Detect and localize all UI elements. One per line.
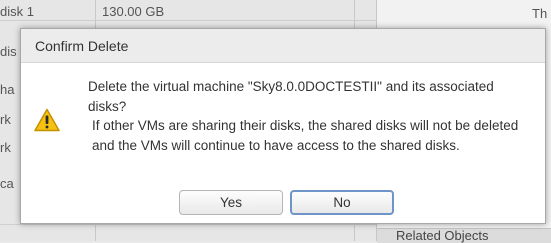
- confirm-delete-dialog: Confirm Delete Delete the virtual machin…: [20, 28, 546, 224]
- background-row-label: rk: [0, 112, 11, 127]
- background-disk-size: 130.00 GB: [102, 4, 165, 19]
- dialog-message: Delete the virtual machine "Sky8.0.0DOCT…: [88, 77, 528, 155]
- background-row-label: dis: [0, 44, 17, 59]
- warning-icon: [34, 108, 60, 132]
- yes-button[interactable]: Yes: [179, 190, 283, 215]
- message-secondary: If other VMs are sharing their disks, th…: [92, 118, 519, 153]
- background-right-header: Th: [532, 6, 548, 21]
- dialog-body: Delete the virtual machine "Sky8.0.0DOCT…: [21, 63, 545, 224]
- dialog-title: Confirm Delete: [35, 37, 129, 54]
- no-button[interactable]: No: [290, 190, 394, 215]
- background-row-label: ca: [0, 176, 14, 191]
- grid-row-divider: [0, 20, 376, 21]
- background-row-label: rk: [0, 140, 11, 155]
- message-primary: Delete the virtual machine "Sky8.0.0DOCT…: [88, 79, 494, 114]
- grid-row-divider: [0, 224, 376, 225]
- background-row-label: ha: [0, 82, 15, 97]
- background-row-label: disk 1: [0, 4, 34, 19]
- dialog-titlebar[interactable]: Confirm Delete: [21, 29, 545, 63]
